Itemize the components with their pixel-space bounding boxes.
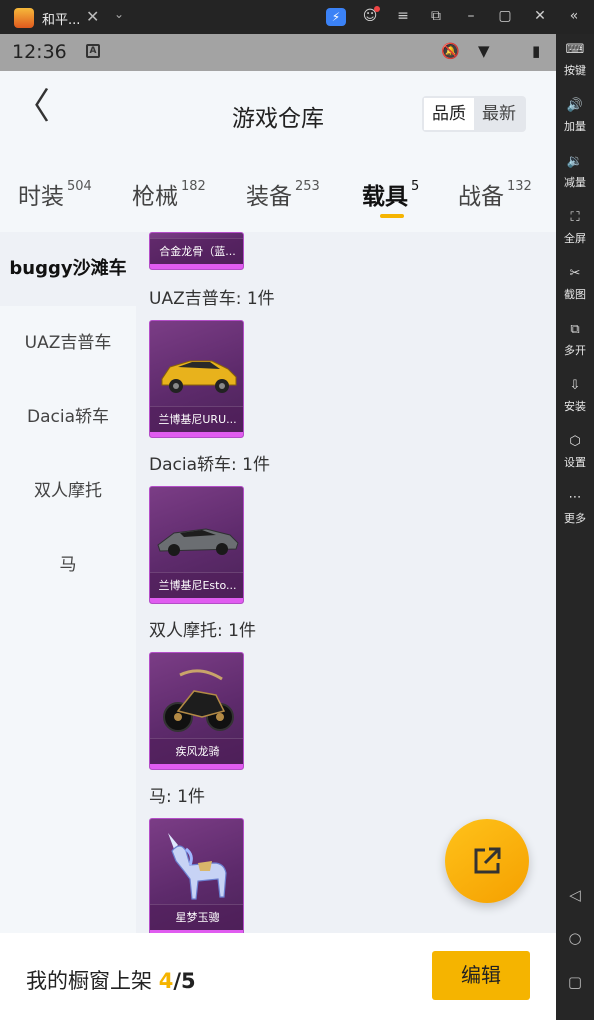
wifi-icon: ▼: [478, 42, 490, 60]
app-tab-title[interactable]: 和平...: [42, 9, 80, 28]
sidebar-item-settings[interactable]: ⬡ 设置: [556, 434, 594, 470]
status-bar: 12:36 A 🔕 ▼ ▮: [0, 34, 556, 71]
vehicle-card-buggy[interactable]: 合金龙骨（蓝...: [149, 232, 244, 270]
section-title-dacia: Dacia轿车: 1件: [149, 455, 270, 475]
close-tab-icon[interactable]: ✕: [86, 7, 99, 26]
tab-fashion[interactable]: 时装 504: [18, 177, 92, 211]
card-name: 合金龙骨（蓝...: [150, 238, 243, 264]
showcase-status: 我的橱窗上架 4/5: [26, 969, 196, 993]
sidebar-item-more[interactable]: ⋯ 更多: [556, 490, 594, 526]
card-name: 星梦玉骢: [150, 904, 243, 930]
notification-dot: [374, 6, 380, 12]
android-home-icon[interactable]: ○: [556, 929, 594, 947]
nav-item-uaz[interactable]: UAZ吉普车: [0, 306, 136, 380]
edit-button[interactable]: 编辑: [432, 951, 530, 1000]
sidebar-item-multi[interactable]: ⧉ 多开: [556, 322, 594, 358]
page-header: 〈 游戏仓库 品质 最新: [0, 71, 556, 161]
boost-icon[interactable]: ⚡: [326, 8, 346, 26]
active-tab-indicator: [380, 214, 404, 218]
showcase-total-count: 5: [180, 969, 196, 993]
section-title-motorcycle: 双人摩托: 1件: [149, 621, 256, 641]
more-icon: ⋯: [568, 490, 582, 505]
multi-instance-icon: ⧉: [570, 322, 580, 337]
unicorn-icon: [168, 833, 227, 900]
nav-item-motorcycle[interactable]: 双人摩托: [0, 454, 136, 528]
sort-toggle: 品质 最新: [422, 96, 526, 132]
battery-icon: ▮: [532, 42, 541, 60]
keyboard-icon: ⌨: [565, 42, 585, 57]
emulator-sidebar: ⌨ 按键 🔊 加量 🔉 减量 ⛶ 全屏 ✂ 截图 ⧉ 多开 ⇩ 安装 ⬡ 设置 ⋯ 更多 ◁ ○ …: [556, 34, 594, 1020]
sidebar-item-volume-up[interactable]: 🔊 加量: [556, 98, 594, 134]
showcase-used-count: 4: [158, 969, 174, 993]
card-name: 疾风龙骑: [150, 738, 243, 764]
showcase-bar: 我的橱窗上架 4/5 编辑: [0, 933, 556, 1020]
tab-vehicles[interactable]: 载具 5: [362, 177, 419, 211]
game-app-icon: [14, 8, 34, 28]
sidebar-item-volume-down[interactable]: 🔉 减量: [556, 154, 594, 190]
scissors-icon: ✂: [569, 266, 581, 281]
nav-item-dacia[interactable]: Dacia轿车: [0, 380, 136, 454]
emulator-title-bar: 和平... ✕ ⌄ ⚡ ☺ ≡ ⧉ – ▢ ✕ «: [0, 0, 594, 34]
share-external-icon: [474, 847, 501, 874]
sidebar-item-keymap[interactable]: ⌨ 按键: [556, 42, 594, 78]
sidebar-item-fullscreen[interactable]: ⛶ 全屏: [556, 210, 594, 246]
maximize-icon[interactable]: ▢: [495, 8, 515, 24]
vehicle-category-nav: buggy沙滩车 UAZ吉普车 Dacia轿车 双人摩托 马: [0, 232, 136, 936]
sort-quality-button[interactable]: 品质: [424, 98, 474, 130]
minimize-icon[interactable]: –: [461, 8, 481, 24]
sidebar-item-screenshot[interactable]: ✂ 截图: [556, 266, 594, 302]
mute-icon: 🔕: [441, 42, 460, 60]
share-fab-button[interactable]: [445, 819, 529, 903]
vehicle-card-dacia[interactable]: 兰博基尼Esto...: [149, 486, 244, 604]
settings-icon: ⬡: [569, 434, 581, 449]
apk-install-icon: ⇩: [569, 378, 581, 393]
volume-up-icon: 🔊: [566, 98, 584, 113]
section-title-uaz: UAZ吉普车: 1件: [149, 289, 275, 309]
card-name: 兰博基尼URU...: [150, 406, 243, 432]
motorcycle-icon: [163, 669, 234, 732]
chevron-down-icon[interactable]: ⌄: [114, 7, 124, 21]
nav-item-horse[interactable]: 马: [0, 528, 136, 602]
android-back-icon[interactable]: ◁: [556, 886, 594, 904]
volume-down-icon: 🔉: [566, 154, 584, 169]
tab-guns[interactable]: 枪械 182: [132, 177, 206, 211]
tab-equipment[interactable]: 装备 253: [246, 177, 320, 211]
popout-icon[interactable]: ⧉: [426, 8, 446, 24]
section-title-horse: 马: 1件: [149, 787, 205, 807]
category-tabs: 时装 504 枪械 182 装备 253 载具 5 战备 132: [0, 161, 556, 232]
vehicle-card-uaz[interactable]: 兰博基尼URU...: [149, 320, 244, 438]
sidebar-item-install[interactable]: ⇩ 安装: [556, 378, 594, 414]
grey-sedan-icon: [157, 528, 239, 556]
vehicle-card-horse[interactable]: 星梦玉骢: [149, 818, 244, 936]
a-notification-icon: A: [86, 44, 100, 58]
nav-item-buggy[interactable]: buggy沙滩车: [0, 232, 136, 306]
sort-newest-button[interactable]: 最新: [474, 98, 524, 130]
vehicle-card-motorcycle[interactable]: 疾风龙骑: [149, 652, 244, 770]
yellow-suv-icon: [161, 360, 237, 393]
tab-supplies[interactable]: 战备 132: [458, 177, 532, 211]
android-recents-icon[interactable]: ▢: [556, 973, 594, 991]
close-window-icon[interactable]: ✕: [530, 8, 550, 24]
status-time: 12:36: [12, 41, 67, 63]
card-name: 兰博基尼Esto...: [150, 572, 243, 598]
fullscreen-icon: ⛶: [570, 210, 580, 225]
collapse-sidebar-icon[interactable]: «: [564, 8, 584, 24]
user-icon[interactable]: ☺: [360, 6, 380, 24]
menu-icon[interactable]: ≡: [393, 8, 413, 24]
phone-screen: 12:36 A 🔕 ▼ ▮ 〈 游戏仓库 品质 最新 时装 504 枪械 182 装…: [0, 34, 556, 1020]
